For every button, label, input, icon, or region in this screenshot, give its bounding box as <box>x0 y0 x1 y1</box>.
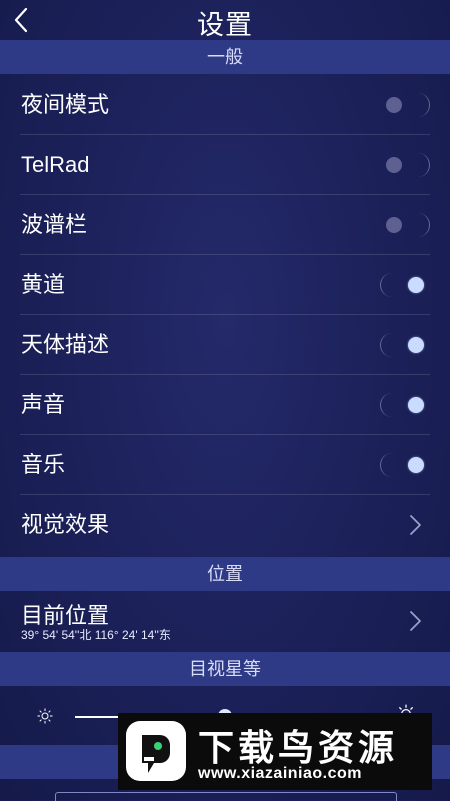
section-header-general: 一般 <box>0 40 450 74</box>
setting-row-object-description: 天体描述 <box>0 315 450 375</box>
setting-label: TelRad <box>21 152 90 177</box>
header: 设置 <box>0 0 450 40</box>
setting-label: 声音 <box>21 392 66 417</box>
visual-effects-label: 视觉效果 <box>21 512 110 537</box>
toggle-knob <box>408 277 424 293</box>
setting-row-sound: 声音 <box>0 375 450 435</box>
ecliptic-toggle[interactable] <box>380 273 430 297</box>
object-description-toggle[interactable] <box>380 333 430 357</box>
chevron-right-icon <box>410 515 421 535</box>
setting-row-spectrum-bar: 波谱栏 <box>0 195 450 255</box>
bird-logo-icon <box>126 721 186 781</box>
visual-effects-row[interactable]: 视觉效果 <box>0 495 450 555</box>
setting-label: 夜间模式 <box>21 92 110 117</box>
section-header-magnitude: 目视星等 <box>0 652 450 686</box>
sun-small-icon <box>37 708 53 724</box>
setting-row-telrad: TelRad <box>0 135 450 195</box>
watermark-url: www.xiazainiao.com <box>198 765 363 782</box>
sound-toggle[interactable] <box>380 393 430 417</box>
setting-label: 音乐 <box>21 452 66 477</box>
telrad-toggle[interactable] <box>380 153 430 177</box>
toggle-knob <box>386 157 402 173</box>
setting-row-ecliptic: 黄道 <box>0 255 450 315</box>
night-mode-toggle[interactable] <box>380 93 430 117</box>
setting-row-music: 音乐 <box>0 435 450 495</box>
setting-row-night-mode: 夜间模式 <box>0 75 450 135</box>
toggle-knob <box>386 217 402 233</box>
setting-label: 天体描述 <box>21 332 110 357</box>
toggle-knob <box>408 397 424 413</box>
section-header-location: 位置 <box>0 557 450 591</box>
toggle-knob <box>408 457 424 473</box>
setting-label: 波谱栏 <box>21 212 88 237</box>
location-coordinates: 39° 54' 54''北 116° 24' 14''东 <box>21 628 171 642</box>
music-toggle[interactable] <box>380 453 430 477</box>
page-title: 设置 <box>197 10 253 40</box>
toggle-knob <box>386 97 402 113</box>
watermark-banner: 下载鸟资源 www.xiazainiao.com <box>118 713 432 790</box>
toggle-knob <box>408 337 424 353</box>
setting-label: 黄道 <box>21 272 66 297</box>
spectrum-bar-toggle[interactable] <box>380 213 430 237</box>
chevron-right-icon <box>410 611 421 631</box>
watermark-title: 下载鸟资源 <box>198 727 399 768</box>
